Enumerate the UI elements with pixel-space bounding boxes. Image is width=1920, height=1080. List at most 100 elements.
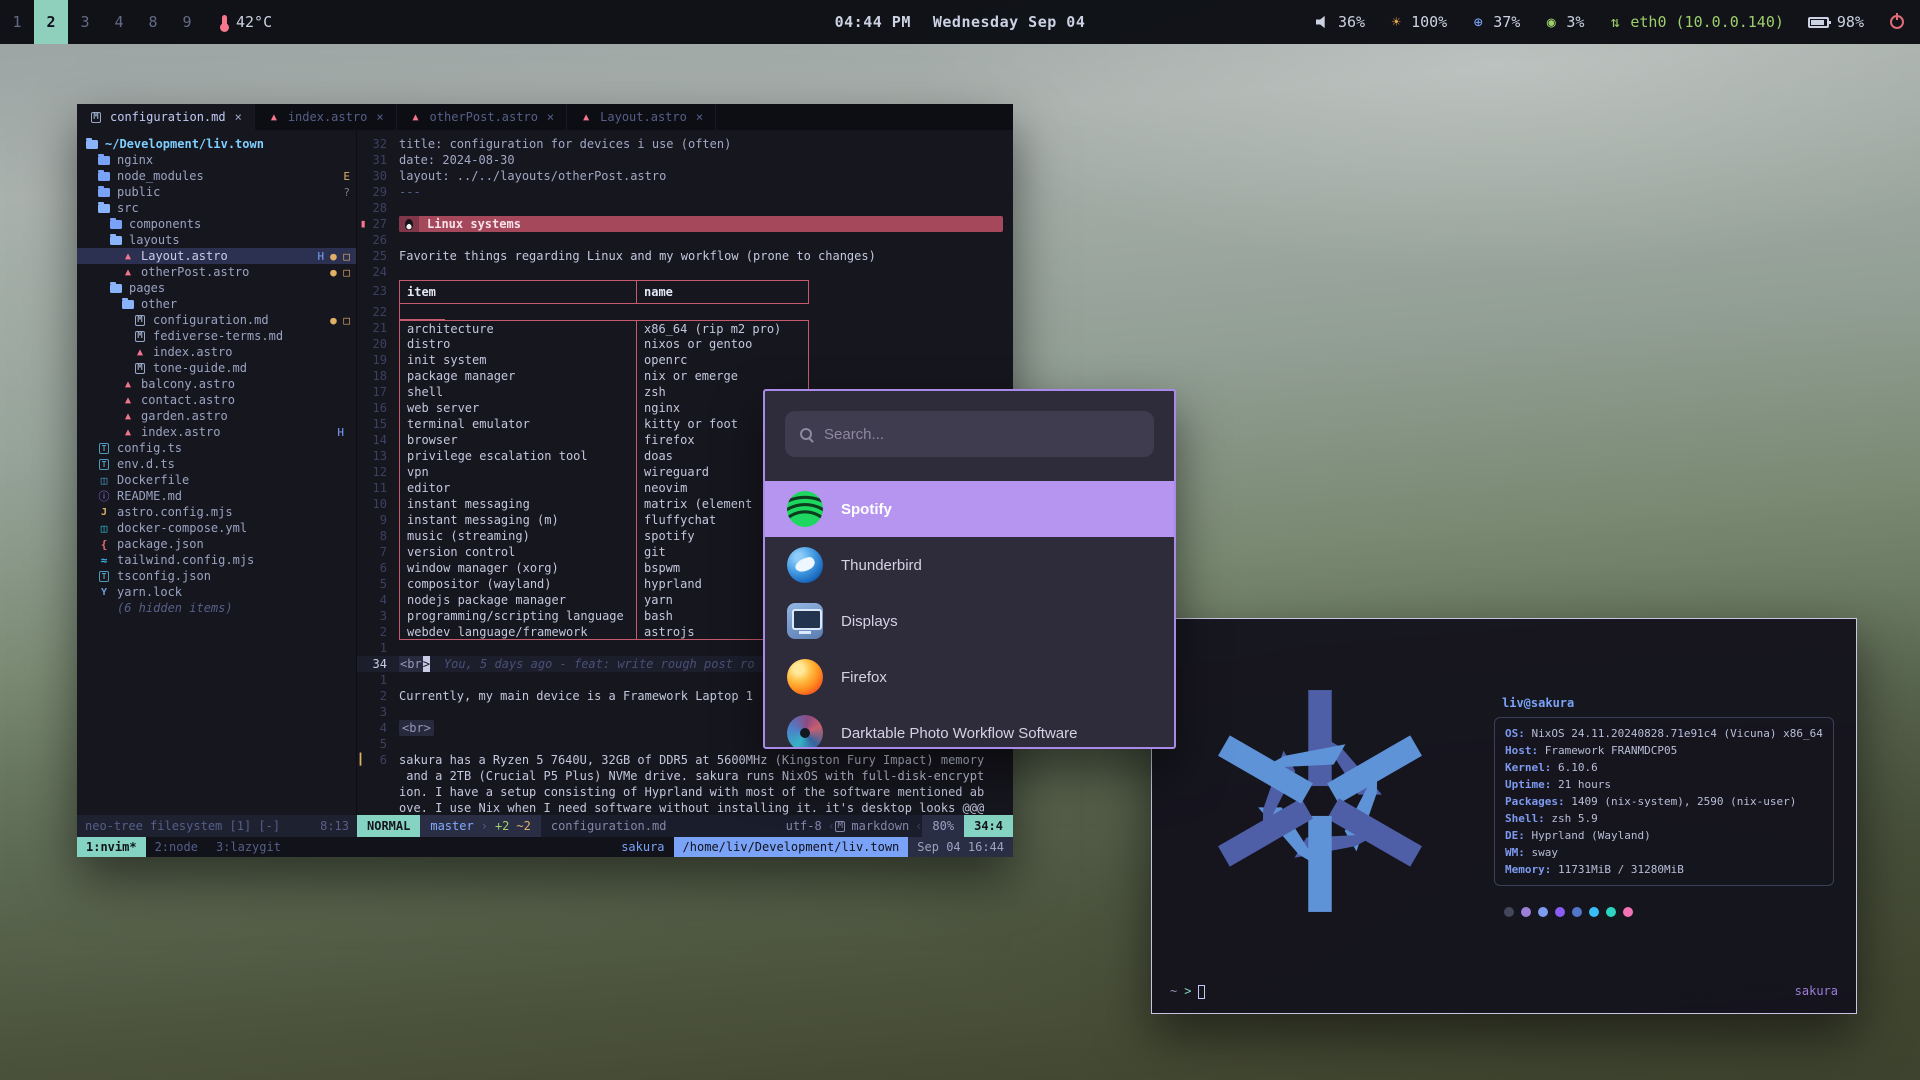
editor-statusline: NORMAL master › +2 ~2 configuration.md u… (357, 815, 1013, 837)
palette-dot (1504, 907, 1514, 917)
tree-item[interactable]: components (77, 216, 356, 232)
tree-item[interactable]: configuration.md ● □ (77, 312, 356, 328)
bar-module[interactable]: ◉ 3% (1544, 13, 1584, 31)
tree-item[interactable]: nginx (77, 152, 356, 168)
close-icon[interactable]: × (547, 110, 554, 124)
concealed-tag: <br (399, 656, 423, 672)
tree-item[interactable]: src (77, 200, 356, 216)
module-icon: ⊕ (1471, 13, 1485, 31)
tree-item[interactable]: index.astro H (77, 424, 356, 440)
workspace-button[interactable]: 8 (136, 0, 170, 44)
file-icon (133, 362, 147, 375)
buffer-tab[interactable]: index.astro × (255, 104, 397, 130)
tmux-window[interactable]: 2:node (146, 837, 207, 857)
file-icon (133, 314, 147, 327)
gutter-sign (357, 704, 369, 720)
tree-item[interactable]: env.d.ts (77, 456, 356, 472)
file-tree[interactable]: ~/Development/liv.town nginx node_module… (77, 130, 357, 815)
tree-item[interactable]: balcony.astro (77, 376, 356, 392)
prompt-char: > (1184, 983, 1191, 1000)
tree-item[interactable]: package.json (77, 536, 356, 552)
launcher-item[interactable]: Spotify (765, 481, 1174, 537)
tree-item[interactable]: config.ts (77, 440, 356, 456)
editor-row: 29 --- (357, 184, 1013, 200)
line-number: 19 (369, 352, 399, 368)
git-status: master › +2 ~2 (420, 815, 541, 837)
file-icon (121, 378, 135, 391)
tree-item[interactable]: other (77, 296, 356, 312)
tree-item[interactable]: astro.config.mjs (77, 504, 356, 520)
tree-item[interactable]: tone-guide.md (77, 360, 356, 376)
gutter-sign (357, 352, 369, 368)
bar-module[interactable]: ⇅ eth0 (10.0.0.140) (1608, 13, 1784, 31)
bar-module[interactable]: 36% (1316, 13, 1365, 31)
terminal-window[interactable]: liv@sakura OS: NixOS 24.11.20240828.71e9… (1151, 618, 1857, 1014)
buffer-tab[interactable]: Layout.astro × (567, 104, 716, 130)
file-name: otherPost.astro (141, 265, 249, 279)
gutter-sign (357, 624, 369, 640)
tree-item[interactable]: Layout.astro H● □ (77, 248, 356, 264)
close-icon[interactable]: × (235, 110, 242, 124)
clock: 04:44 PMWednesday Sep 04 (835, 13, 1086, 31)
launcher-item[interactable]: Darktable Photo Workflow Software (765, 705, 1174, 749)
buffer-tab[interactable]: otherPost.astro × (397, 104, 568, 130)
line-number: 8 (369, 528, 399, 544)
launcher-item[interactable]: Firefox (765, 649, 1174, 705)
bar-module[interactable]: ☀ 100% (1389, 13, 1447, 31)
editor-row: 32 title: configuration for devices i us… (357, 136, 1013, 152)
tree-item[interactable]: layouts (77, 232, 356, 248)
bar-module[interactable]: 98% (1808, 13, 1864, 31)
search-input[interactable] (824, 426, 1139, 443)
tree-item[interactable]: ~/Development/liv.town (77, 136, 356, 152)
fetch-info-line: Uptime: 21 hours (1505, 776, 1823, 793)
launcher-item[interactable]: Displays (765, 593, 1174, 649)
tree-item[interactable]: docker-compose.yml (77, 520, 356, 536)
editor-text: <br> (399, 720, 434, 736)
shell-prompt[interactable]: ~ > (1170, 983, 1205, 1000)
fetch-info-line: Shell: zsh 5.9 (1505, 810, 1823, 827)
workspace-button[interactable]: 1 (0, 0, 34, 44)
bar-module[interactable]: ⊕ 37% (1471, 13, 1520, 31)
fetch-value: NixOS 24.11.20240828.71e91c4 (Vicuna) x8… (1525, 727, 1823, 740)
close-icon[interactable]: × (696, 110, 703, 124)
tree-item[interactable]: yarn.lock (77, 584, 356, 600)
tree-item[interactable]: Dockerfile (77, 472, 356, 488)
workspace-button[interactable]: 2 (34, 0, 68, 44)
workspace-button[interactable]: 9 (170, 0, 204, 44)
clock-time: 04:44 PM (835, 13, 911, 31)
power-icon[interactable] (1890, 15, 1904, 29)
line-number: 1 (369, 640, 399, 656)
tree-item[interactable]: tsconfig.json (77, 568, 356, 584)
tree-item[interactable]: otherPost.astro ● □ (77, 264, 356, 280)
editor-row: ion. I have a setup consisting of Hyprla… (357, 784, 1013, 800)
tree-item[interactable]: fediverse-terms.md (77, 328, 356, 344)
workspace-button[interactable]: 3 (68, 0, 102, 44)
tree-item[interactable]: tailwind.config.mjs (77, 552, 356, 568)
module-value: eth0 (10.0.0.140) (1630, 13, 1784, 31)
editor-row: 22 (357, 304, 1013, 320)
tmux-window[interactable]: 3:lazygit (207, 837, 290, 857)
tree-item[interactable]: (6 hidden items) (77, 600, 356, 616)
tree-item[interactable]: pages (77, 280, 356, 296)
tree-item[interactable]: index.astro (77, 344, 356, 360)
launcher-search[interactable] (785, 411, 1154, 457)
close-icon[interactable]: × (376, 110, 383, 124)
editor-row: 19 init system openrc (357, 352, 1013, 368)
tmux-window[interactable]: 1:nvim* (77, 837, 146, 857)
app-icon (787, 547, 823, 583)
table-cell (399, 304, 445, 320)
gutter-sign (357, 736, 369, 752)
buffer-tab[interactable]: configuration.md × (77, 104, 255, 130)
tree-item[interactable]: garden.astro (77, 408, 356, 424)
gutter-sign (357, 152, 369, 168)
workspace-button[interactable]: 4 (102, 0, 136, 44)
git-branch: master (430, 815, 473, 837)
tree-item[interactable]: contact.astro (77, 392, 356, 408)
editor-text: Currently, my main device is a Framework… (399, 688, 753, 704)
file-icon (97, 538, 111, 551)
tree-item[interactable]: node_modules E (77, 168, 356, 184)
tree-item[interactable]: README.md (77, 488, 356, 504)
launcher-item[interactable]: Thunderbird (765, 537, 1174, 593)
tree-item[interactable]: public ? (77, 184, 356, 200)
badge: ● □ (330, 250, 350, 263)
